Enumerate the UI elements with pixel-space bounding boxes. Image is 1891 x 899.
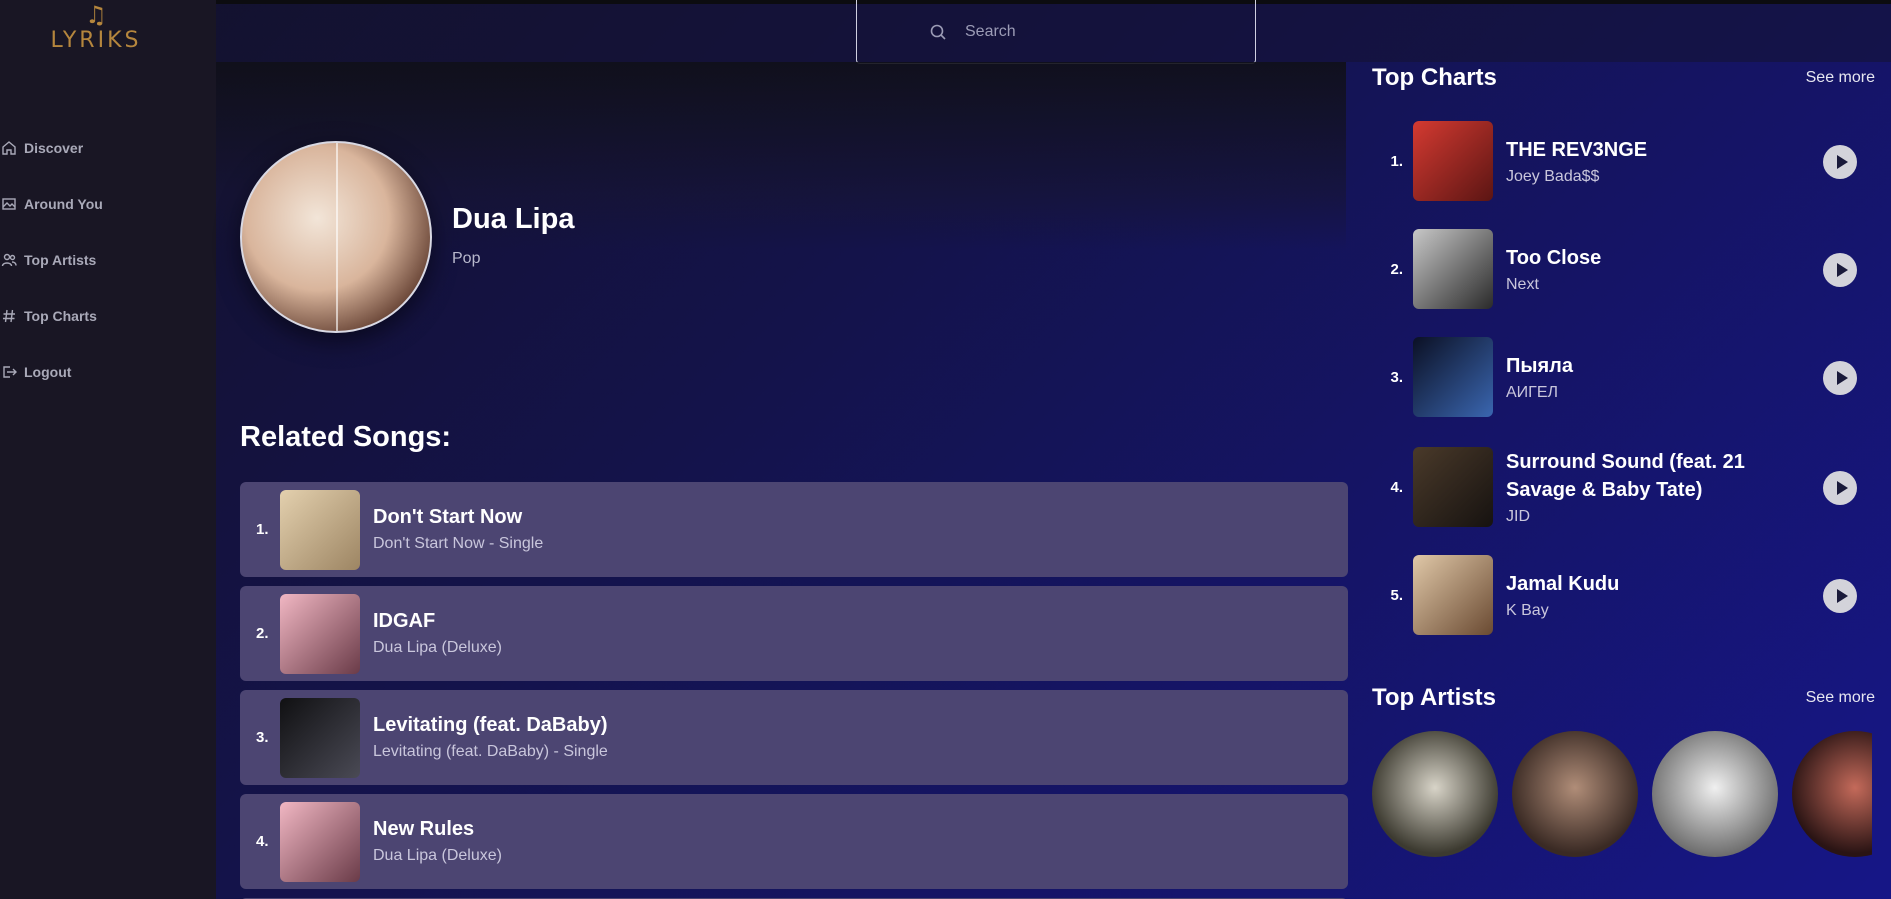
- chart-cover[interactable]: [1413, 337, 1493, 417]
- chart-cover[interactable]: [1413, 555, 1493, 635]
- top-charts-title: Top Charts: [1372, 64, 1497, 91]
- chart-rank: 1.: [1390, 152, 1403, 170]
- sidebar-item-logout[interactable]: Logout: [0, 344, 103, 400]
- play-button[interactable]: [1823, 253, 1857, 287]
- song-cover[interactable]: [280, 801, 360, 882]
- top-charts-header: Top Charts See more: [1372, 64, 1875, 92]
- chart-item[interactable]: 3. Пыяла АИГЕЛ: [1372, 336, 1875, 418]
- sidebar-item-discover[interactable]: Discover: [0, 120, 103, 176]
- chart-title[interactable]: THE REV3NGE: [1506, 136, 1776, 164]
- song-album: Levitating (feat. DaBaby) - Single: [373, 743, 608, 760]
- chart-cover[interactable]: [1413, 229, 1493, 309]
- top-artists-row: [1372, 731, 1872, 859]
- chart-cover[interactable]: [1413, 121, 1493, 201]
- artist-name: Dua Lipa: [452, 203, 575, 235]
- sidebar-nav: Discover Around You Top Artists Top Char…: [0, 120, 103, 400]
- top-artists-title: Top Artists: [1372, 684, 1496, 711]
- song-album: Don't Start Now - Single: [373, 535, 544, 552]
- song-rank: 3.: [256, 729, 269, 746]
- sidebar-item-top-charts[interactable]: Top Charts: [0, 288, 103, 344]
- search-icon: [930, 24, 946, 40]
- play-icon: [1836, 155, 1848, 169]
- related-songs-heading: Related Songs:: [240, 421, 452, 453]
- play-icon: [1836, 481, 1848, 495]
- sidebar-item-label: Top Artists: [24, 252, 97, 268]
- app-logo[interactable]: ♫ LYRIKS: [48, 2, 144, 54]
- artist-thumbnail[interactable]: [1652, 731, 1778, 857]
- sidebar-item-label: Around You: [24, 196, 103, 212]
- play-icon: [1836, 263, 1848, 277]
- sidebar-item-around-you[interactable]: Around You: [0, 176, 103, 232]
- chart-item[interactable]: 1. THE REV3NGE Joey Bada$$: [1372, 120, 1875, 202]
- related-songs-list: 1. Don't Start Now Don't Start Now - Sin…: [240, 482, 1348, 899]
- chart-artist[interactable]: Joey Bada$$: [1506, 168, 1776, 186]
- song-rank: 4.: [256, 833, 269, 850]
- top-charts-see-more[interactable]: See more: [1806, 69, 1875, 87]
- chart-cover[interactable]: [1413, 447, 1493, 527]
- sidebar-item-label: Top Charts: [24, 308, 97, 324]
- song-row[interactable]: 3. Levitating (feat. DaBaby) Levitating …: [240, 690, 1348, 785]
- song-row[interactable]: 4. New Rules Dua Lipa (Deluxe): [240, 794, 1348, 889]
- chart-item[interactable]: 5. Jamal Kudu K Bay: [1372, 554, 1875, 636]
- chart-item[interactable]: 2. Too Close Next: [1372, 228, 1875, 310]
- artist-thumbnail[interactable]: [1372, 731, 1498, 857]
- play-button[interactable]: [1823, 471, 1857, 505]
- song-row[interactable]: 2. IDGAF Dua Lipa (Deluxe): [240, 586, 1348, 681]
- song-rank: 1.: [256, 521, 269, 538]
- image-icon: [0, 195, 18, 213]
- artist-genre: Pop: [452, 250, 481, 267]
- song-title[interactable]: Don't Start Now: [373, 506, 543, 529]
- chart-rank: 3.: [1390, 368, 1403, 386]
- song-cover[interactable]: [280, 593, 360, 674]
- chart-artist[interactable]: JID: [1506, 508, 1776, 526]
- play-icon: [1836, 371, 1848, 385]
- chart-title[interactable]: Too Close: [1506, 244, 1776, 272]
- home-icon: [0, 139, 18, 157]
- song-album: Dua Lipa (Deluxe): [373, 847, 502, 864]
- song-album: Dua Lipa (Deluxe): [373, 639, 502, 656]
- search-bar[interactable]: [856, 0, 1256, 64]
- sidebar: ♫ LYRIKS Discover Around You Top Artists: [0, 0, 216, 899]
- chart-title[interactable]: Пыяла: [1506, 352, 1776, 380]
- artist-thumbnail[interactable]: [1512, 731, 1638, 857]
- avatar-image-split: [336, 143, 338, 331]
- artist-thumbnail[interactable]: [1792, 731, 1872, 857]
- hash-icon: [0, 307, 18, 325]
- play-button[interactable]: [1823, 579, 1857, 613]
- chart-rank: 2.: [1390, 260, 1403, 278]
- sidebar-item-label: Discover: [24, 140, 84, 156]
- search-input[interactable]: [965, 22, 1245, 41]
- chart-rank: 5.: [1390, 586, 1403, 604]
- top-artists-see-more[interactable]: See more: [1806, 689, 1875, 707]
- chart-artist[interactable]: Next: [1506, 276, 1776, 294]
- chart-artist[interactable]: K Bay: [1506, 602, 1776, 620]
- chart-item[interactable]: 4. Surround Sound (feat. 21 Savage & Bab…: [1372, 446, 1875, 528]
- song-cover[interactable]: [280, 697, 360, 778]
- chart-artist[interactable]: АИГЕЛ: [1506, 384, 1776, 402]
- chart-rank: 4.: [1390, 478, 1403, 496]
- song-title[interactable]: IDGAF: [373, 610, 502, 633]
- users-icon: [0, 251, 18, 269]
- sidebar-item-top-artists[interactable]: Top Artists: [0, 232, 103, 288]
- song-title[interactable]: Levitating (feat. DaBaby): [373, 714, 608, 737]
- song-title[interactable]: New Rules: [373, 818, 502, 841]
- song-cover[interactable]: [280, 489, 360, 570]
- logo-text: LYRIKS: [50, 28, 142, 53]
- sidebar-item-label: Logout: [24, 364, 72, 380]
- chart-title[interactable]: Surround Sound (feat. 21 Savage & Baby T…: [1506, 448, 1776, 504]
- play-button[interactable]: [1823, 361, 1857, 395]
- music-note-icon: ♫: [85, 1, 107, 29]
- play-button[interactable]: [1823, 145, 1857, 179]
- chart-title[interactable]: Jamal Kudu: [1506, 570, 1776, 598]
- song-rank: 2.: [256, 625, 269, 642]
- play-icon: [1836, 589, 1848, 603]
- song-row[interactable]: 1. Don't Start Now Don't Start Now - Sin…: [240, 482, 1348, 577]
- artist-avatar: [240, 141, 432, 333]
- top-artists-header: Top Artists See more: [1372, 684, 1875, 712]
- logout-icon: [0, 363, 18, 381]
